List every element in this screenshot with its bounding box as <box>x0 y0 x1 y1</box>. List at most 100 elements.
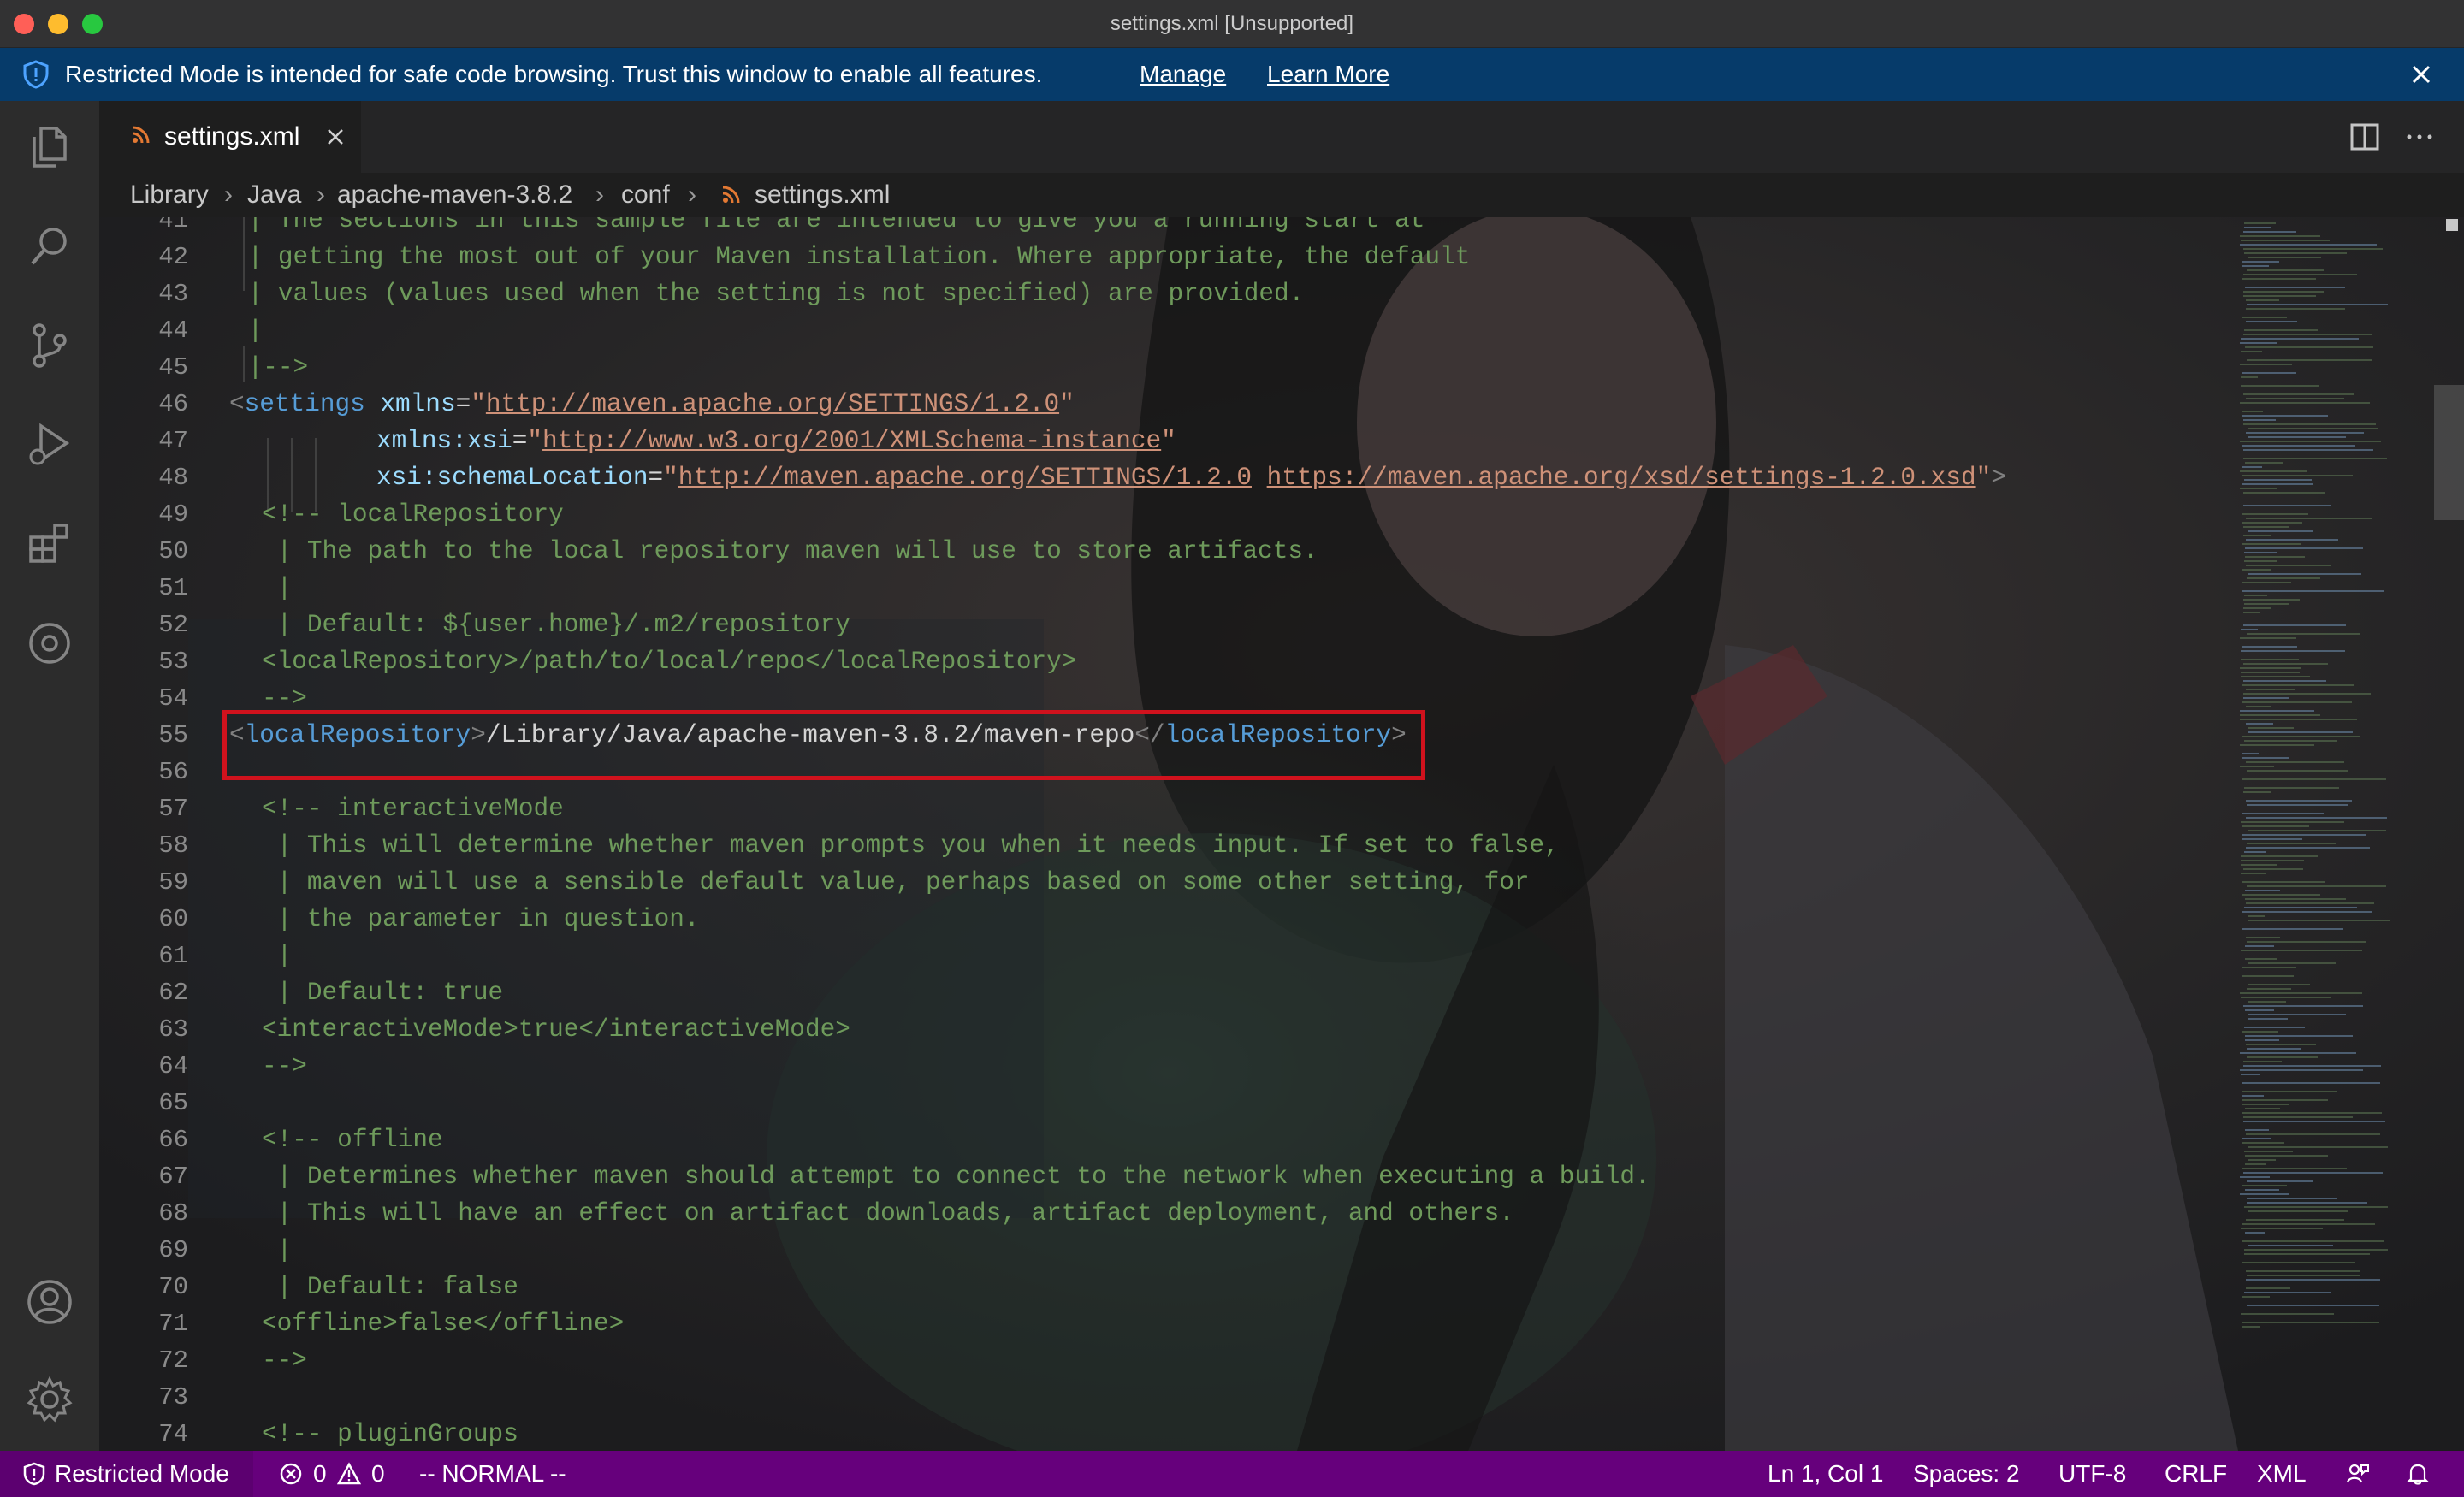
minimap-line <box>2242 975 2294 977</box>
line-number: 52 <box>158 611 188 639</box>
minimap-line <box>2243 1172 2383 1174</box>
line-number: 68 <box>158 1199 188 1228</box>
minimap-line <box>2242 317 2287 318</box>
minimap-line <box>2243 1065 2381 1067</box>
error-count[interactable]: 0 <box>313 1451 327 1497</box>
code-editor[interactable]: 41 42 43 44 45 46 47 48 49 50 51 52 53 54 55 56 57 58 59 60… <box>99 217 2464 1451</box>
minimap-line <box>2240 470 2307 472</box>
minimap-line <box>2243 693 2371 695</box>
feedback-icon[interactable] <box>2346 1462 2370 1486</box>
minimap-line <box>2247 770 2348 772</box>
minimap-line <box>2242 701 2352 703</box>
minimap-line <box>2243 607 2272 609</box>
minimap-line <box>2242 466 2262 468</box>
breadcrumb: Library › Java › apache-maven-3.8.2 › co… <box>99 173 2464 217</box>
error-icon[interactable] <box>279 1462 303 1486</box>
restricted-mode-status[interactable]: Restricted Mode <box>0 1451 253 1497</box>
bell-icon[interactable] <box>2406 1462 2430 1486</box>
cursor-position[interactable]: Ln 1, Col 1 <box>1768 1451 1883 1497</box>
search-icon[interactable] <box>22 219 77 274</box>
line-number: 64 <box>158 1052 188 1080</box>
minimap-line <box>2242 753 2259 754</box>
code-line-60: | the parameter in question. <box>262 905 700 933</box>
tab-settings-xml[interactable]: settings.xml <box>99 101 361 173</box>
window-title: settings.xml [Unsupported] <box>1110 12 1354 35</box>
minimap-line <box>2242 1240 2384 1242</box>
split-editor-icon[interactable] <box>2348 120 2382 154</box>
minimap-line <box>2241 1074 2260 1075</box>
learn-more-link[interactable]: Learn More <box>1267 48 1389 101</box>
warning-icon[interactable] <box>337 1462 361 1486</box>
account-icon[interactable] <box>22 1275 77 1329</box>
source-control-icon[interactable] <box>22 318 77 373</box>
minimap[interactable] <box>2235 217 2442 1451</box>
minimap-line <box>2243 599 2300 601</box>
code-line-45: |--> <box>233 353 309 382</box>
minimap-line <box>2242 838 2302 840</box>
close-icon[interactable] <box>2408 61 2435 88</box>
breadcrumb-item[interactable]: conf <box>621 173 670 217</box>
tab-bar: settings.xml <box>99 101 2464 173</box>
eol-setting[interactable]: CRLF <box>2165 1451 2227 1497</box>
warning-count[interactable]: 0 <box>371 1451 385 1497</box>
chevron-right-icon: › <box>224 180 233 209</box>
minimap-line <box>2243 791 2272 793</box>
manage-link[interactable]: Manage <box>1140 48 1226 101</box>
code-line-52: | Default: ${user.home}/.m2/repository <box>262 611 850 639</box>
close-icon[interactable] <box>325 127 346 147</box>
breadcrumb-item[interactable]: settings.xml <box>755 173 890 217</box>
minimap-line <box>2246 706 2272 707</box>
minimap-line <box>2240 342 2277 344</box>
code-line-51: | <box>262 574 293 602</box>
code-line-64: --> <box>262 1052 307 1080</box>
code-line-68: | This will have an effect on artifact d… <box>262 1199 1514 1228</box>
minimap-line <box>2240 714 2320 716</box>
minimap-line <box>2242 372 2296 374</box>
run-debug-icon[interactable] <box>22 417 77 472</box>
minimap-line <box>2245 1163 2266 1165</box>
minimap-line <box>2244 595 2267 596</box>
language-mode[interactable]: XML <box>2257 1451 2307 1497</box>
minimap-line <box>2242 1091 2337 1092</box>
code-line-63: <interactiveMode>true</interactiveMode> <box>262 1015 850 1044</box>
vertical-scrollbar[interactable] <box>2434 385 2464 520</box>
code-line-43: | values (values used when the setting i… <box>233 280 1305 308</box>
remote-icon[interactable] <box>22 616 77 671</box>
minimap-line <box>2245 1232 2265 1234</box>
minimap-line <box>2242 411 2263 412</box>
code-line-50: | The path to the local repository maven… <box>262 537 1318 565</box>
minimap-line <box>2241 997 2331 998</box>
minimap-line <box>2244 329 2318 331</box>
minimap-line <box>2247 633 2360 635</box>
gear-icon[interactable] <box>22 1372 77 1427</box>
minimap-line <box>2242 778 2386 780</box>
minimap-line <box>2244 1249 2388 1251</box>
minimap-line <box>2240 1193 2289 1195</box>
minimap-line <box>2246 817 2387 819</box>
minimap-line <box>2246 1270 2360 1272</box>
minimap-line <box>2246 1133 2380 1135</box>
breadcrumb-item[interactable]: apache-maven-3.8.2 <box>337 173 572 217</box>
minimap-line <box>2246 398 2344 399</box>
minimap-line <box>2248 731 2353 733</box>
explorer-icon[interactable] <box>22 120 77 175</box>
minimap-line <box>2240 719 2357 720</box>
code-line-53: <localRepository>/path/to/local/repo</lo… <box>262 648 1077 676</box>
minimap-line <box>2242 1223 2375 1225</box>
minimap-line <box>2240 744 2314 746</box>
minimap-line <box>2241 650 2345 652</box>
line-number: 51 <box>158 574 188 602</box>
restricted-mode-banner: Restricted Mode is intended for safe cod… <box>0 48 2464 101</box>
more-actions-icon[interactable] <box>2402 120 2437 154</box>
extensions-icon[interactable] <box>22 517 77 571</box>
minimap-line <box>2242 475 2353 476</box>
minimap-line <box>2243 449 2373 451</box>
encoding-setting[interactable]: UTF-8 <box>2058 1451 2126 1497</box>
breadcrumb-item[interactable]: Library <box>130 173 209 217</box>
minimap-line <box>2243 624 2346 626</box>
chevron-right-icon: › <box>688 180 696 209</box>
minimap-line <box>2247 988 2291 990</box>
code-line-61: | <box>262 942 293 970</box>
indentation-setting[interactable]: Spaces: 2 <box>1913 1451 2020 1497</box>
breadcrumb-item[interactable]: Java <box>247 173 301 217</box>
